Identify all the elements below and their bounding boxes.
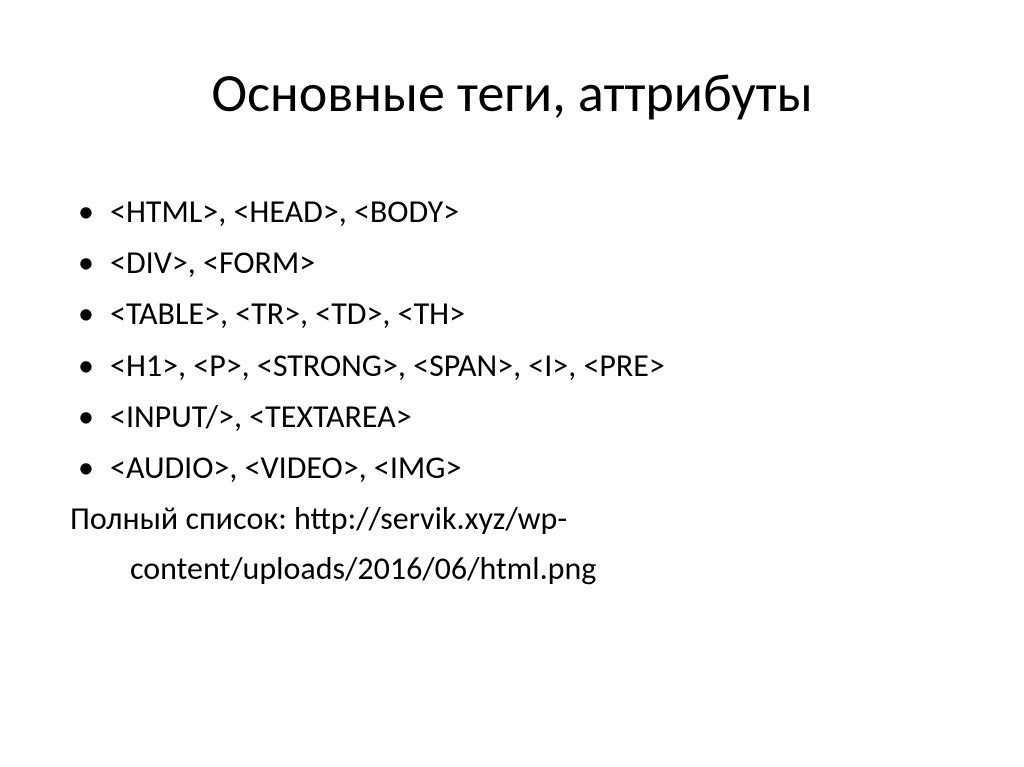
bullet-list: <HTML>, <HEAD>, <BODY> <DIV>, <FORM> <TA… (70, 186, 954, 493)
list-item: <DIV>, <FORM> (70, 237, 954, 288)
list-item: <HTML>, <HEAD>, <BODY> (70, 186, 954, 237)
slide-title: Основные теги, аттрибуты (70, 60, 954, 126)
slide-content: <HTML>, <HEAD>, <BODY> <DIV>, <FORM> <TA… (70, 186, 954, 593)
footer-text-line2: content/uploads/2016/06/html.png (70, 545, 954, 593)
list-item: <H1>, <P>, <STRONG>, <SPAN>, <I>, <PRE> (70, 340, 954, 391)
list-item: <AUDIO>, <VIDEO>, <IMG> (70, 442, 954, 493)
footer-text-line1: Полный список: http://servik.xyz/wp- (70, 495, 954, 543)
list-item: <TABLE>, <TR>, <TD>, <TH> (70, 288, 954, 339)
slide-container: Основные теги, аттрибуты <HTML>, <HEAD>,… (0, 0, 1024, 767)
list-item: <INPUT/>, <TEXTAREA> (70, 391, 954, 442)
